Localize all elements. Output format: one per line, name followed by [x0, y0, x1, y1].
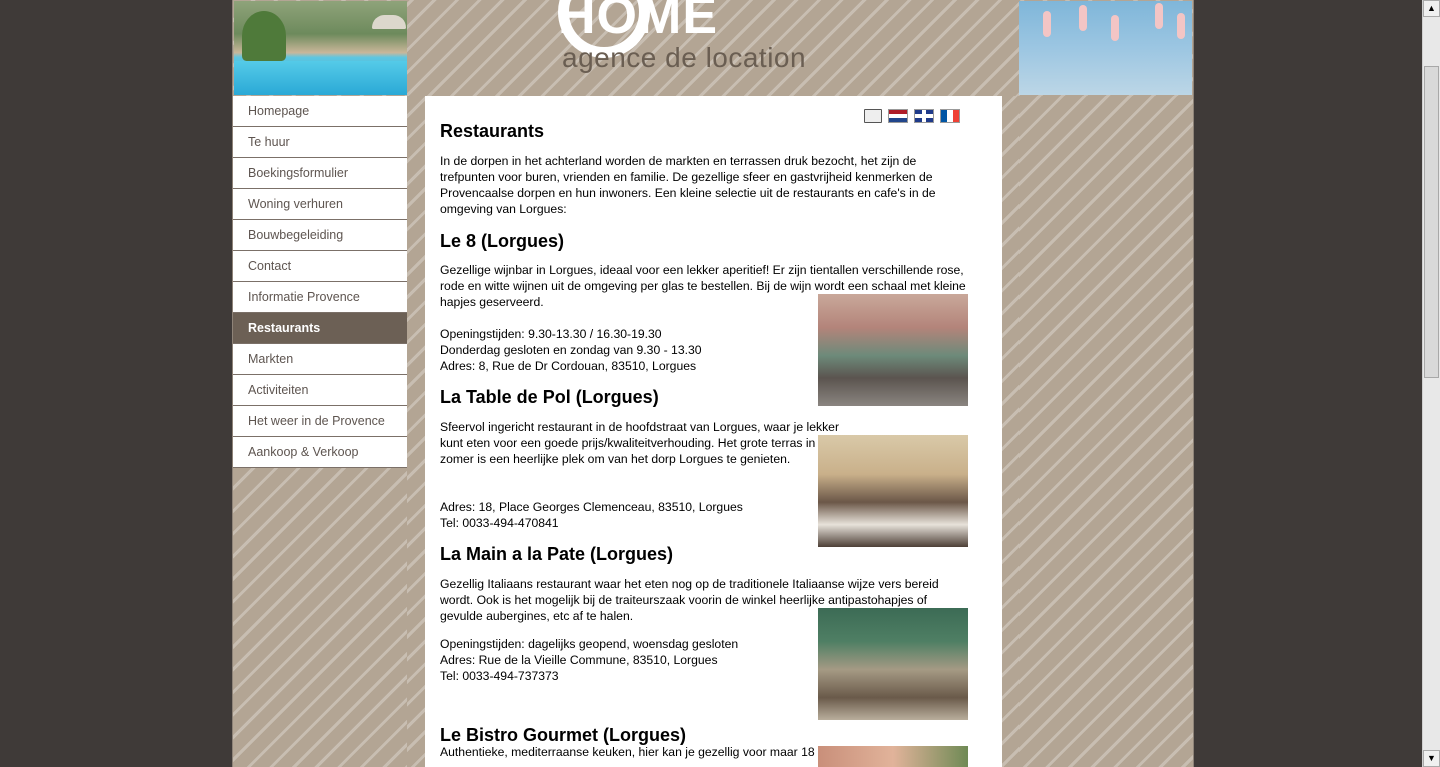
nav-item-homepage[interactable]: Homepage	[233, 96, 407, 127]
restaurant-photo	[818, 435, 968, 547]
page-tools	[864, 109, 960, 123]
nav-item-woning-verhuren[interactable]: Woning verhuren	[233, 189, 407, 220]
restaurant-photo	[818, 608, 968, 720]
right-column-background	[1019, 96, 1193, 767]
restaurant-info-line: Tel: 0033-494-470841	[440, 516, 559, 530]
restaurant-title: Le 8 (Lorgues)	[440, 231, 565, 251]
logo-main-text: HOME	[558, 0, 718, 45]
header-flamingo-photo	[1019, 1, 1192, 95]
scroll-up-arrow-icon[interactable]: ▲	[1423, 0, 1440, 17]
nav-item-informatie-provence[interactable]: Informatie Provence	[233, 282, 407, 313]
main-content: Restaurants In de dorpen in het achterla…	[425, 96, 1002, 767]
restaurant-info-line: Tel: 0033-494-737373	[440, 669, 559, 683]
logo[interactable]: HOME agence de location	[408, 0, 1018, 96]
nav-item-contact[interactable]: Contact	[233, 251, 407, 282]
header: HOME agence de location	[233, 0, 1193, 96]
restaurant-photo	[818, 294, 968, 406]
site-wrapper: HOME agence de location Homepage Te huur…	[232, 0, 1194, 767]
restaurant-info-line: Donderdag gesloten en zondag van 9.30 - …	[440, 343, 702, 357]
restaurant-title: La Table de Pol (Lorgues)	[440, 387, 659, 407]
restaurant-title: La Main a la Pate (Lorgues)	[440, 544, 674, 564]
restaurant-info-line: Adres: Rue de la Vieille Commune, 83510,…	[440, 653, 718, 667]
scrollbar-thumb[interactable]	[1424, 66, 1439, 378]
restaurant-description: Authentieke, mediterraanse keuken, hier …	[440, 745, 815, 759]
nav-item-bouwbegeleiding[interactable]: Bouwbegeleiding	[233, 220, 407, 251]
sidebar-nav: Homepage Te huur Boekingsformulier Wonin…	[233, 96, 407, 468]
nav-item-boekingsformulier[interactable]: Boekingsformulier	[233, 158, 407, 189]
restaurant-photo	[818, 746, 968, 767]
flag-nl-icon[interactable]	[888, 109, 908, 123]
intro-text: In de dorpen in het achterland worden de…	[440, 154, 936, 216]
vertical-scrollbar[interactable]: ▲ ▼	[1422, 0, 1440, 767]
flag-uk-icon[interactable]	[914, 109, 934, 123]
nav-item-activiteiten[interactable]: Activiteiten	[233, 375, 407, 406]
scroll-down-arrow-icon[interactable]: ▼	[1423, 750, 1440, 767]
nav-item-aankoop-verkoop[interactable]: Aankoop & Verkoop	[233, 437, 407, 468]
restaurant-info-line: Adres: 8, Rue de Dr Cordouan, 83510, Lor…	[440, 359, 697, 373]
flag-fr-icon[interactable]	[940, 109, 960, 123]
sidebar-background	[233, 468, 407, 767]
nav-item-restaurants[interactable]: Restaurants	[233, 313, 407, 344]
restaurant-info-line: Adres: 18, Place Georges Clemenceau, 835…	[440, 500, 743, 514]
restaurant-description: Sfeervol ingericht restaurant in de hoof…	[440, 420, 840, 466]
nav-item-markten[interactable]: Markten	[233, 344, 407, 375]
page-title: Restaurants	[440, 121, 545, 141]
logo-subtitle: agence de location	[562, 42, 807, 73]
restaurant-title: Le Bistro Gourmet (Lorgues)	[440, 725, 687, 745]
nav-item-te-huur[interactable]: Te huur	[233, 127, 407, 158]
printer-icon[interactable]	[864, 109, 882, 123]
restaurant-info-line: Openingstijden: dagelijks geopend, woens…	[440, 637, 739, 651]
nav-item-weer[interactable]: Het weer in de Provence	[233, 406, 407, 437]
restaurant-info-line: Openingstijden: 9.30-13.30 / 16.30-19.30	[440, 327, 662, 341]
header-pool-photo	[234, 1, 407, 95]
